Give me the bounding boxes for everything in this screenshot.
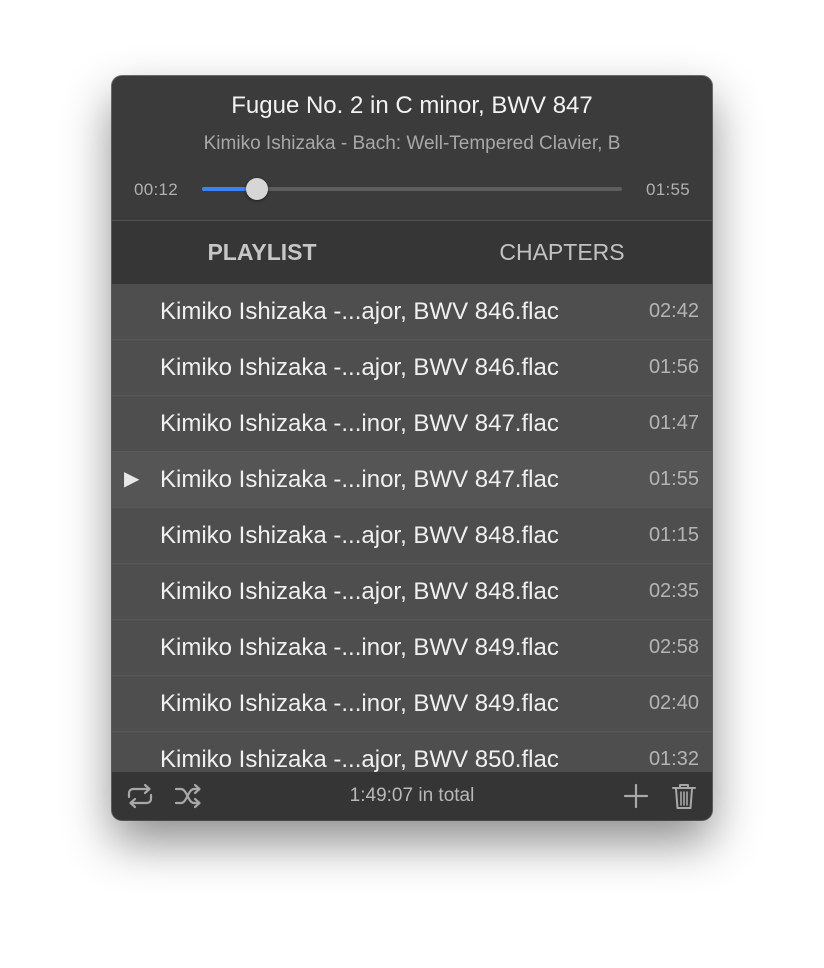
track-duration: 01:32 [648, 748, 699, 770]
track-duration: 01:47 [648, 412, 699, 434]
playlist-row[interactable]: Kimiko Ishizaka -...ajor, BWV 848.flac 02… [112, 564, 712, 620]
tab-playlist[interactable]: PLAYLIST [112, 221, 412, 284]
now-playing-header: Fugue No. 2 in C minor, BWV 847 Kimiko I… [112, 76, 712, 221]
track-duration: 01:15 [648, 524, 699, 546]
track-duration: 02:42 [648, 300, 699, 322]
progress-slider[interactable] [202, 178, 622, 200]
playlist-row[interactable]: ▶ Kimiko Ishizaka -...inor, BWV 847.flac 0… [112, 452, 712, 508]
track-filename: Kimiko Ishizaka -...ajor, BWV 848.flac [160, 522, 559, 549]
track-duration: 02:35 [648, 580, 699, 602]
footer-bar: 1:49:07 in total [112, 772, 712, 820]
track-filename: Kimiko Ishizaka -...ajor, BWV 846.flac [160, 298, 559, 325]
track-filename: Kimiko Ishizaka -...inor, BWV 849.flac [160, 634, 559, 661]
track-duration: 02:58 [648, 636, 699, 658]
playlist-row[interactable]: Kimiko Ishizaka -...inor, BWV 847.flac 01… [112, 396, 712, 452]
track-title: Fugue No. 2 in C minor, BWV 847 [231, 92, 593, 119]
trash-icon[interactable] [668, 781, 700, 811]
progress-knob[interactable] [245, 178, 268, 200]
track-duration: 01:55 [648, 468, 699, 490]
playlist-row[interactable]: Kimiko Ishizaka -...inor, BWV 849.flac 02… [112, 620, 712, 676]
track-filename: Kimiko Ishizaka -...inor, BWV 847.flac [160, 466, 559, 493]
elapsed-time: 00:12 [134, 180, 179, 199]
playlist-row[interactable]: Kimiko Ishizaka -...ajor, BWV 850.flac 01… [112, 732, 712, 772]
track-filename: Kimiko Ishizaka -...inor, BWV 849.flac [160, 690, 559, 717]
playlist-row[interactable]: Kimiko Ishizaka -...ajor, BWV 848.flac 01… [112, 508, 712, 564]
track-filename: Kimiko Ishizaka -...ajor, BWV 848.flac [160, 578, 559, 605]
playlist-list[interactable]: Kimiko Ishizaka -...ajor, BWV 846.flac 02… [112, 284, 712, 772]
track-duration: 02:40 [648, 692, 699, 714]
now-playing-icon: ▶ [124, 468, 140, 490]
add-icon[interactable] [620, 781, 652, 811]
track-subtitle: Kimiko Ishizaka - Bach: Well-Tempered Cl… [203, 133, 621, 154]
tab-bar: PLAYLIST CHAPTERS [112, 221, 712, 284]
track-filename: Kimiko Ishizaka -...ajor, BWV 846.flac [160, 354, 559, 381]
track-filename: Kimiko Ishizaka -...ajor, BWV 850.flac [160, 746, 559, 772]
playlist-window: Fugue No. 2 in C minor, BWV 847 Kimiko I… [112, 76, 712, 820]
tab-chapters[interactable]: CHAPTERS [412, 221, 712, 284]
total-duration: 01:55 [645, 180, 690, 199]
playlist-row[interactable]: Kimiko Ishizaka -...ajor, BWV 846.flac 01… [112, 340, 712, 396]
playlist-row[interactable]: Kimiko Ishizaka -...ajor, BWV 846.flac 02… [112, 284, 712, 340]
shuffle-icon[interactable] [172, 781, 204, 811]
track-filename: Kimiko Ishizaka -...inor, BWV 847.flac [160, 410, 559, 437]
track-duration: 01:56 [648, 356, 699, 378]
playlist-row[interactable]: Kimiko Ishizaka -...inor, BWV 849.flac 02… [112, 676, 712, 732]
repeat-icon[interactable] [124, 781, 156, 811]
